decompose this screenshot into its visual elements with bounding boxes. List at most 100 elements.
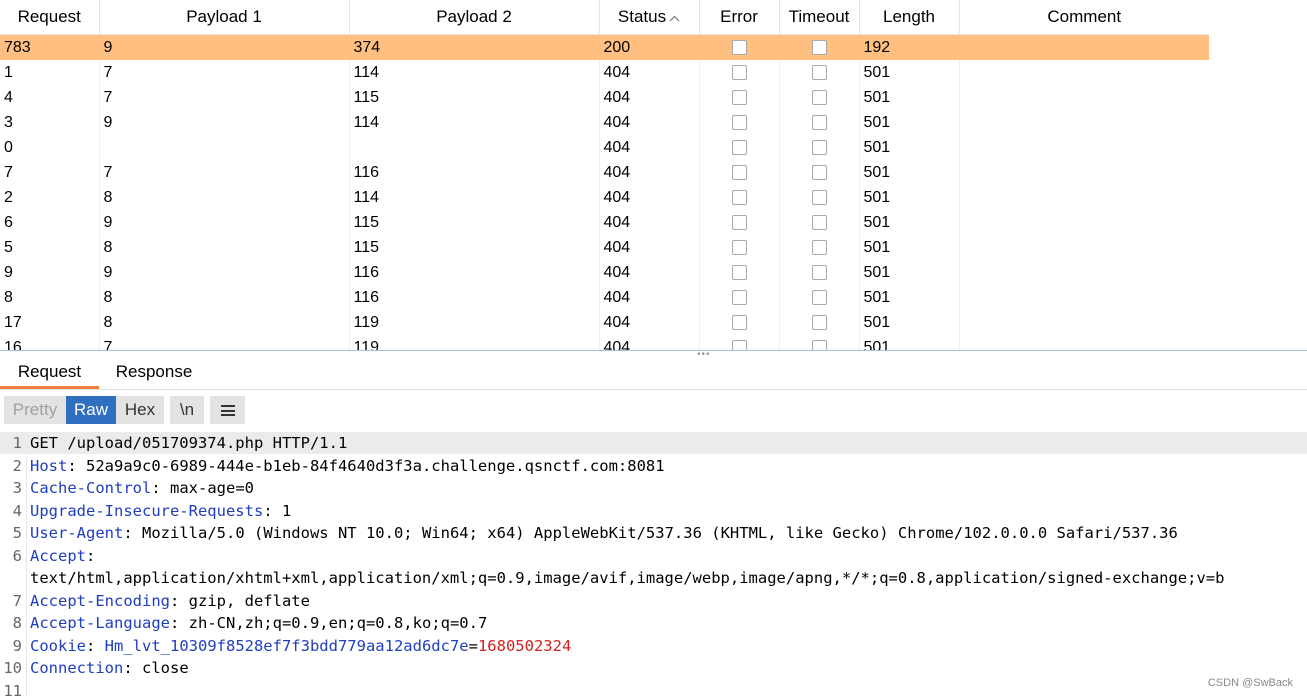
error-checkbox[interactable] <box>731 289 747 305</box>
error-checkbox[interactable] <box>731 39 747 55</box>
header-value: zh-CN,zh;q=0.9,en;q=0.8,ko;q=0.7 <box>188 614 488 632</box>
code-line: 6 Accept: <box>0 545 1307 567</box>
request-cell: 1 <box>0 60 100 85</box>
tab-response[interactable]: Response <box>105 359 203 389</box>
table-row[interactable]: 9 9 116 404 501 <box>0 260 1209 285</box>
column-header-status[interactable]: Status <box>599 0 700 35</box>
timeout-cell <box>779 285 860 310</box>
header-value: 52a9a9c0-6989-444e-b1eb-84f4640d3f3a.cha… <box>86 456 665 475</box>
table-row[interactable]: 8 8 116 404 501 <box>0 285 1209 310</box>
menu-button[interactable] <box>210 396 245 424</box>
timeout-checkbox[interactable] <box>811 239 827 255</box>
comment-cell <box>959 85 1209 110</box>
error-cell <box>699 285 780 310</box>
error-checkbox[interactable] <box>731 314 747 330</box>
timeout-checkbox[interactable] <box>811 139 827 155</box>
header-name: Accept-Encoding <box>30 591 170 610</box>
column-header-payload1[interactable]: Payload 1 <box>99 0 350 35</box>
length-cell: 501 <box>859 185 960 210</box>
raw-request-editor[interactable]: 1 GET /upload/051709374.php HTTP/1.1 2 Host… <box>0 432 1307 696</box>
error-checkbox[interactable] <box>731 339 747 350</box>
table-row[interactable]: 0 404 501 <box>0 135 1209 160</box>
pretty-button[interactable]: Pretty <box>4 396 66 424</box>
table-row[interactable]: 5 8 115 404 501 <box>0 235 1209 260</box>
line-content: GET /upload/051709374.php HTTP/1.1 <box>30 432 347 454</box>
sort-ascending-icon <box>669 13 680 25</box>
table-row[interactable]: 2 8 114 404 501 <box>0 185 1209 210</box>
column-header-payload2[interactable]: Payload 2 <box>349 0 600 35</box>
timeout-cell <box>779 185 860 210</box>
timeout-checkbox[interactable] <box>811 164 827 180</box>
error-checkbox[interactable] <box>731 264 747 280</box>
column-header-length[interactable]: Length <box>859 0 960 35</box>
length-cell: 501 <box>859 160 960 185</box>
hex-button[interactable]: Hex <box>116 396 164 424</box>
payload2-cell: 115 <box>349 235 600 260</box>
raw-button[interactable]: Raw <box>66 396 116 424</box>
payload1-cell: 7 <box>99 85 350 110</box>
timeout-checkbox[interactable] <box>811 39 827 55</box>
timeout-checkbox[interactable] <box>811 314 827 330</box>
length-cell: 501 <box>859 210 960 235</box>
payload1-cell: 7 <box>99 60 350 85</box>
column-header-request[interactable]: Request <box>0 0 100 35</box>
table-row[interactable]: 6 9 115 404 501 <box>0 210 1209 235</box>
show-newlines-button[interactable]: \n <box>170 396 204 424</box>
status-cell: 404 <box>599 60 700 85</box>
table-row[interactable]: 16 7 119 404 501 <box>0 335 1209 350</box>
error-cell <box>699 135 780 160</box>
cookie-value: 1680502324 <box>477 636 572 655</box>
column-header-timeout[interactable]: Timeout <box>779 0 860 35</box>
line-content: Accept-Language: zh-CN,zh;q=0.9,en;q=0.8… <box>30 612 487 634</box>
payload2-cell: 116 <box>349 160 600 185</box>
table-row[interactable]: 3 9 114 404 501 <box>0 110 1209 135</box>
status-cell: 200 <box>599 34 700 60</box>
error-checkbox[interactable] <box>731 139 747 155</box>
code-line: 5 User-Agent: Mozilla/5.0 (Windows NT 10.… <box>0 522 1307 544</box>
error-checkbox[interactable] <box>731 89 747 105</box>
timeout-checkbox[interactable] <box>811 289 827 305</box>
payload1-cell: 9 <box>99 110 350 135</box>
watermark: CSDN @SwBack <box>1207 677 1293 689</box>
error-cell <box>699 335 780 350</box>
line-number: 11 <box>3 681 22 696</box>
splitter-grip-icon[interactable]: ••• <box>697 350 711 360</box>
timeout-checkbox[interactable] <box>811 339 827 350</box>
header-separator: : <box>67 456 86 475</box>
status-cell: 404 <box>599 85 700 110</box>
request-cell: 783 <box>0 34 100 60</box>
comment-cell <box>959 185 1209 210</box>
table-row[interactable]: 4 7 115 404 501 <box>0 85 1209 110</box>
request-cell: 3 <box>0 110 100 135</box>
table-row[interactable]: 783 9 374 200 192 <box>0 34 1209 60</box>
error-checkbox[interactable] <box>731 239 747 255</box>
table-row[interactable]: 7 7 116 404 501 <box>0 160 1209 185</box>
status-cell: 404 <box>599 285 700 310</box>
payload2-cell: 116 <box>349 285 600 310</box>
timeout-checkbox[interactable] <box>811 64 827 80</box>
line-number: 3 <box>12 479 22 497</box>
line-number: 8 <box>12 614 22 632</box>
pane-splitter[interactable]: ••• <box>0 350 1307 360</box>
request-cell: 8 <box>0 285 100 310</box>
timeout-checkbox[interactable] <box>811 89 827 105</box>
error-checkbox[interactable] <box>731 64 747 80</box>
timeout-checkbox[interactable] <box>811 214 827 230</box>
error-checkbox[interactable] <box>731 214 747 230</box>
column-header-error[interactable]: Error <box>699 0 780 35</box>
payload1-cell: 9 <box>99 210 350 235</box>
header-name: Accept <box>30 546 86 565</box>
error-checkbox[interactable] <box>731 164 747 180</box>
line-number: 5 <box>12 524 22 542</box>
error-checkbox[interactable] <box>731 114 747 130</box>
timeout-checkbox[interactable] <box>811 264 827 280</box>
table-row[interactable]: 1 7 114 404 501 <box>0 60 1209 85</box>
timeout-checkbox[interactable] <box>811 114 827 130</box>
header-separator: : <box>169 614 189 632</box>
column-header-comment[interactable]: Comment <box>959 0 1209 35</box>
timeout-cell <box>779 335 860 350</box>
error-checkbox[interactable] <box>731 189 747 205</box>
timeout-checkbox[interactable] <box>811 189 827 205</box>
table-row[interactable]: 17 8 119 404 501 <box>0 310 1209 335</box>
tab-request[interactable]: Request <box>0 359 99 389</box>
